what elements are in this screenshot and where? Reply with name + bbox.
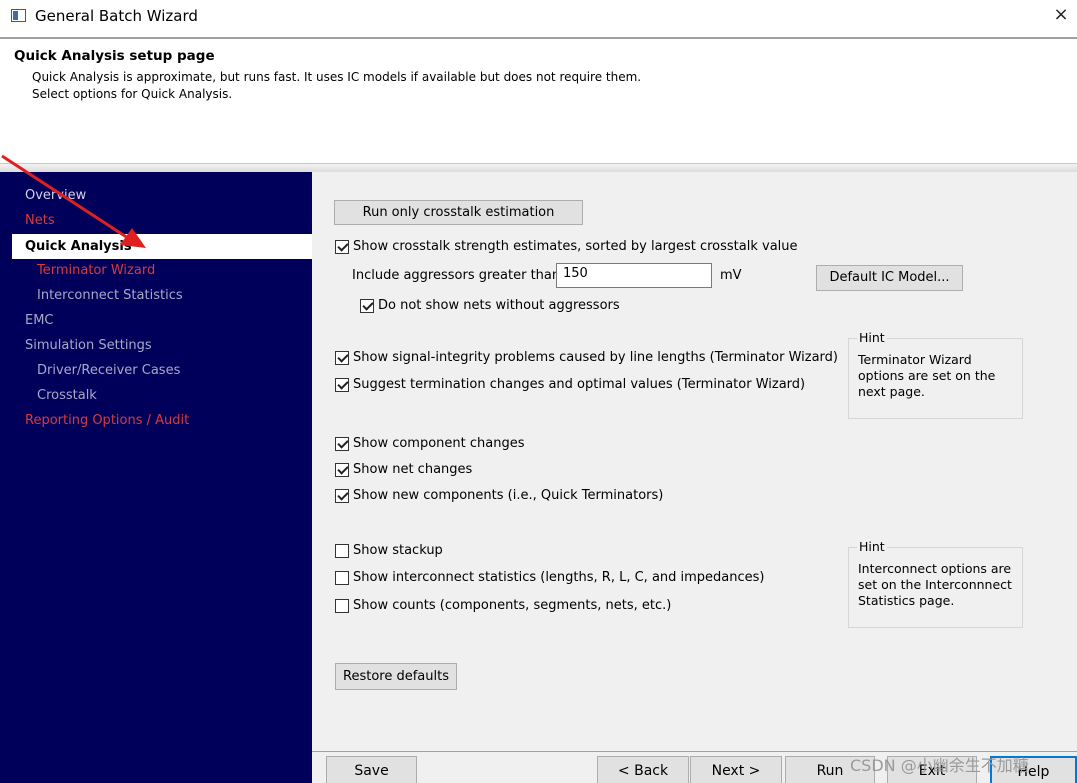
hint-box-terminator: Hint Terminator Wizard options are set o… — [848, 330, 1023, 419]
checkbox-icon[interactable] — [335, 377, 349, 392]
checkbox-label: Show signal-integrity problems caused by… — [353, 350, 838, 365]
nav-item-quick-analysis[interactable]: Quick Analysis — [12, 234, 312, 259]
checkbox-label: Show interconnect statistics (lengths, R… — [353, 570, 765, 585]
checkbox-icon[interactable] — [335, 436, 349, 451]
checkbox-label: Show new components (i.e., Quick Termina… — [353, 488, 664, 503]
component-changes-checkbox[interactable]: Show component changes — [335, 436, 525, 451]
checkbox-icon[interactable] — [335, 598, 349, 613]
next-button[interactable]: Next > — [690, 756, 782, 783]
checkbox-icon[interactable] — [360, 298, 374, 313]
hint-box-interconnect: Hint Interconnect options are set on the… — [848, 539, 1023, 628]
checkbox-label: Do not show nets without aggressors — [378, 298, 620, 313]
checkbox-icon[interactable] — [335, 488, 349, 503]
no-aggressor-nets-checkbox[interactable]: Do not show nets without aggressors — [360, 298, 620, 313]
checkbox-label: Show crosstalk strength estimates, sorte… — [353, 239, 798, 254]
checkbox-label: Show component changes — [353, 436, 525, 451]
back-button[interactable]: < Back — [597, 756, 689, 783]
net-changes-checkbox[interactable]: Show net changes — [335, 462, 472, 477]
page-description: Quick Analysis is approximate, but runs … — [32, 70, 642, 84]
page-header: Quick Analysis setup page Quick Analysis… — [0, 39, 1077, 163]
options-panel: Run only crosstalk estimation Show cross… — [312, 172, 1077, 783]
checkbox-icon[interactable] — [335, 462, 349, 477]
checkbox-label: Show stackup — [353, 543, 443, 558]
default-ic-model-button[interactable]: Default IC Model... — [816, 265, 963, 291]
nav-item-nets[interactable]: Nets — [25, 213, 55, 228]
new-components-checkbox[interactable]: Show new components (i.e., Quick Termina… — [335, 488, 663, 503]
aggressors-threshold-input[interactable]: 150 — [556, 263, 712, 288]
save-button[interactable]: Save — [326, 756, 417, 783]
checkbox-icon[interactable] — [335, 350, 349, 365]
nav-item-reporting-options[interactable]: Reporting Options / Audit — [25, 413, 189, 428]
run-crosstalk-button[interactable]: Run only crosstalk estimation — [334, 200, 583, 225]
restore-defaults-button[interactable]: Restore defaults — [335, 663, 457, 690]
wizard-nav: Overview Nets Quick Analysis Terminator … — [0, 172, 312, 783]
interconnect-stats-checkbox[interactable]: Show interconnect statistics (lengths, R… — [335, 570, 765, 585]
aggressors-unit: mV — [720, 268, 742, 283]
hint-title: Hint — [857, 330, 887, 345]
hint-text: Terminator Wizard — [858, 352, 972, 367]
hint-title: Hint — [857, 539, 887, 554]
title-bar: General Batch Wizard × — [0, 0, 1077, 32]
hint-text: set on the Interconnnect — [858, 577, 1012, 592]
page-title: Quick Analysis setup page — [14, 48, 215, 64]
checkbox-icon[interactable] — [335, 543, 349, 558]
hint-text: Interconnect options are — [858, 561, 1012, 576]
watermark: CSDN @小幽余生不加糖 — [850, 756, 1029, 775]
checkbox-icon[interactable] — [335, 570, 349, 585]
stackup-checkbox[interactable]: Show stackup — [335, 543, 443, 558]
si-problems-checkbox[interactable]: Show signal-integrity problems caused by… — [335, 350, 838, 365]
checkbox-label: Suggest termination changes and optimal … — [353, 377, 806, 392]
nav-item-simulation-settings[interactable]: Simulation Settings — [25, 338, 152, 353]
close-icon[interactable]: × — [1051, 4, 1071, 25]
app-icon — [11, 9, 26, 22]
nav-item-crosstalk[interactable]: Crosstalk — [37, 388, 97, 403]
nav-item-terminator-wizard[interactable]: Terminator Wizard — [37, 263, 155, 278]
aggressors-label: Include aggressors greater than: — [352, 268, 565, 283]
show-crosstalk-checkbox[interactable]: Show crosstalk strength estimates, sorte… — [335, 239, 798, 254]
divider — [0, 163, 1077, 172]
nav-item-interconnect-statistics[interactable]: Interconnect Statistics — [37, 288, 183, 303]
checkbox-label: Show counts (components, segments, nets,… — [353, 598, 672, 613]
checkbox-label: Show net changes — [353, 462, 473, 477]
hint-text: options are set on the — [858, 368, 996, 383]
window-title: General Batch Wizard — [35, 7, 198, 25]
page-instruction: Select options for Quick Analysis. — [32, 87, 233, 101]
hint-text: next page. — [858, 384, 925, 399]
hint-text: Statistics page. — [858, 593, 955, 608]
suggest-termination-checkbox[interactable]: Suggest termination changes and optimal … — [335, 377, 805, 392]
nav-item-driver-receiver-cases[interactable]: Driver/Receiver Cases — [37, 363, 180, 378]
counts-checkbox[interactable]: Show counts (components, segments, nets,… — [335, 598, 671, 613]
nav-item-overview[interactable]: Overview — [25, 188, 86, 203]
checkbox-icon[interactable] — [335, 239, 349, 254]
nav-item-emc[interactable]: EMC — [25, 313, 54, 328]
